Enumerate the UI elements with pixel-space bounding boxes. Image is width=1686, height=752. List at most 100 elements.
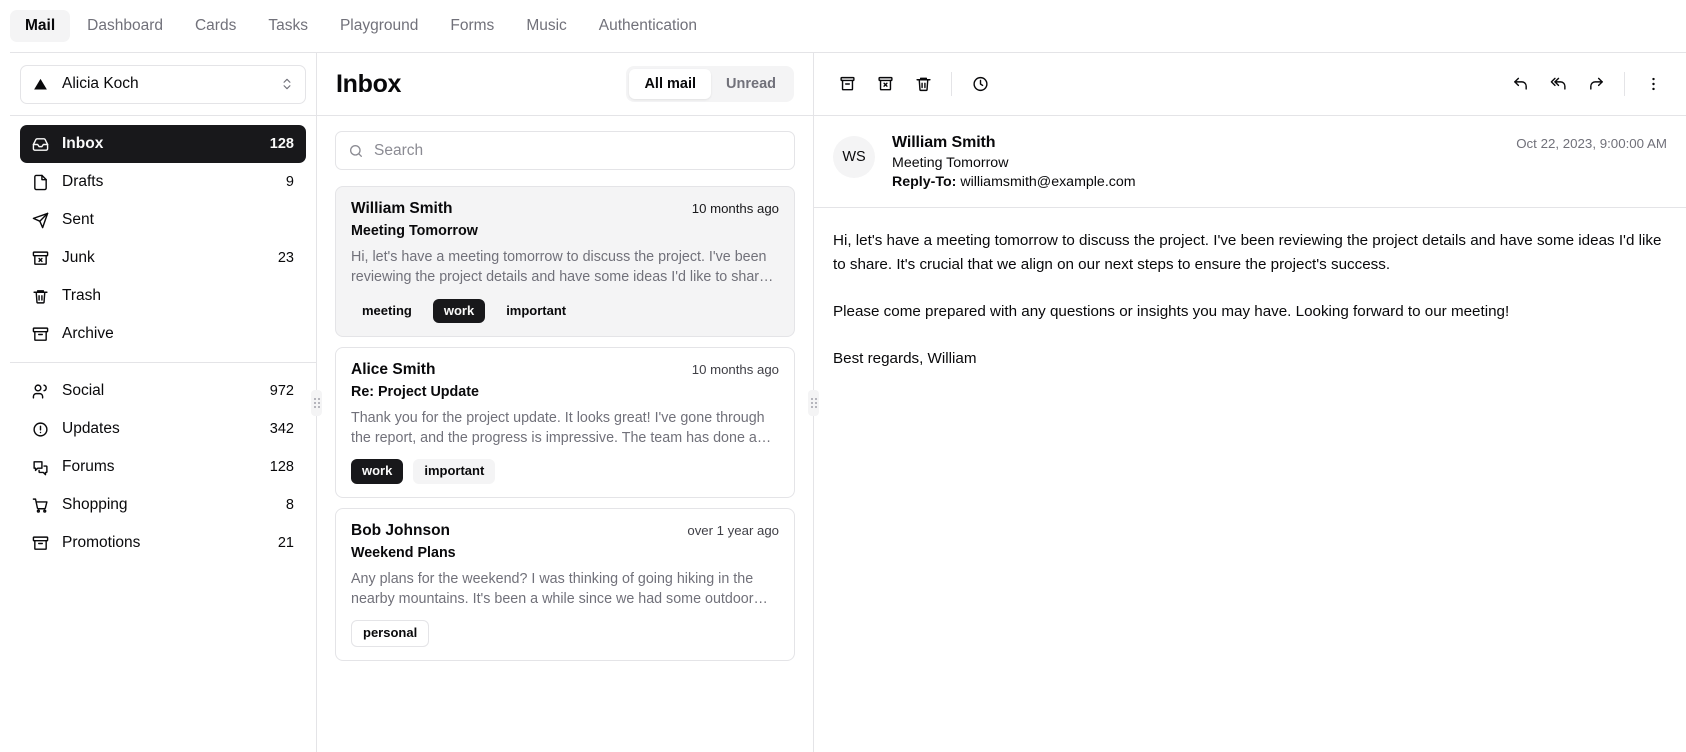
- page-title: Inbox: [336, 69, 402, 98]
- sidebar-item-updates[interactable]: Updates 342: [20, 410, 306, 448]
- mail-tag-important[interactable]: important: [495, 299, 577, 323]
- search-box[interactable]: [335, 131, 795, 170]
- mail-tag-work[interactable]: work: [432, 298, 486, 323]
- mail-list-item[interactable]: Bob Johnson over 1 year ago Weekend Plans A…: [335, 507, 795, 661]
- reader-reply-to: Reply-To: williamsmith@example.com: [892, 174, 1499, 190]
- nav-tab-music[interactable]: Music: [511, 10, 581, 42]
- trash-icon: [32, 288, 49, 305]
- mail-timestamp: over 1 year ago: [687, 522, 779, 538]
- mail-tag-work[interactable]: work: [351, 459, 404, 484]
- mail-tag-important[interactable]: important: [413, 459, 496, 484]
- nav-tab-dashboard[interactable]: Dashboard: [72, 10, 178, 42]
- toolbar-divider-1: [951, 72, 952, 96]
- sidebar-item-count: 342: [269, 421, 294, 437]
- reply-to-label: Reply-To:: [892, 174, 957, 190]
- nav-tab-playground[interactable]: Playground: [325, 10, 433, 42]
- reply-to-email: williamsmith@example.com: [960, 174, 1136, 190]
- nav-tab-mail[interactable]: Mail: [10, 10, 71, 42]
- sidebar-item-count: 128: [269, 136, 294, 152]
- more-options-button[interactable]: [1634, 65, 1672, 103]
- mail-timestamp: 10 months ago: [691, 361, 779, 377]
- sidebar-item-shopping[interactable]: Shopping 8: [20, 486, 306, 524]
- nav-tab-authentication[interactable]: Authentication: [584, 10, 712, 42]
- sidebar-item-label: Forums: [62, 458, 115, 475]
- mail-sender: William Smith: [351, 200, 453, 217]
- delete-button[interactable]: [904, 65, 942, 103]
- toolbar-divider-2: [1624, 72, 1625, 96]
- account-switcher[interactable]: Alicia Koch: [20, 64, 306, 104]
- grip-dots-icon: [810, 397, 817, 408]
- sidebar-item-label: Promotions: [62, 534, 141, 551]
- nav-tab-tasks[interactable]: Tasks: [253, 10, 323, 42]
- reply-button[interactable]: [1501, 65, 1539, 103]
- mail-list-item[interactable]: Alice Smith 10 months ago Re: Project Upda…: [335, 346, 795, 498]
- junk-button[interactable]: [866, 65, 904, 103]
- snooze-button[interactable]: [961, 65, 999, 103]
- sidebar-item-drafts[interactable]: Drafts 9: [20, 163, 306, 201]
- search-input[interactable]: [374, 141, 782, 160]
- reply-all-button[interactable]: [1539, 65, 1577, 103]
- sidebar-item-label: Trash: [62, 287, 102, 304]
- sidebar-item-label: Drafts: [62, 173, 104, 190]
- mail-item-header: Bob Johnson over 1 year ago: [351, 522, 779, 540]
- sidebar-item-label: Inbox: [62, 135, 104, 152]
- sidebar-item-social[interactable]: Social 972: [20, 372, 306, 410]
- resize-handle-left[interactable]: [311, 389, 322, 416]
- reader-meta: William Smith Meeting Tomorrow Reply-To:…: [892, 134, 1499, 190]
- sidebar-group-1: Inbox 128 Drafts 9 Sent Junk 23 Trash Archive: [10, 116, 316, 362]
- main-navigation: Mail Dashboard Cards Tasks Playground Forms Mu…: [0, 0, 1686, 52]
- mail-snippet: Thank you for the project update. It loo…: [351, 409, 772, 447]
- archive-button[interactable]: [828, 65, 866, 103]
- mail-item-header: Alice Smith 10 months ago: [351, 361, 779, 379]
- file-icon: [32, 174, 49, 191]
- mail-tag-meeting[interactable]: meeting: [351, 299, 423, 323]
- account-switcher-row: Alicia Koch: [10, 53, 316, 116]
- mail-subject: Weekend Plans: [351, 544, 456, 561]
- mail-snippet: Hi, let's have a meeting tomorrow to dis…: [351, 249, 774, 286]
- mail-tag-list: meeting work important: [351, 298, 779, 323]
- mail-sender: Bob Johnson: [351, 521, 451, 539]
- archive-icon: [32, 326, 49, 343]
- filter-tab-unread[interactable]: Unread: [711, 69, 791, 100]
- reader-subject: Meeting Tomorrow: [892, 155, 1009, 171]
- reader-body: Hi, let's have a meeting tomorrow to dis…: [833, 232, 1662, 367]
- sidebar-item-label: Archive: [62, 325, 114, 342]
- mail-reader-panel: WS William Smith Meeting Tomorrow Reply-…: [814, 53, 1686, 752]
- mail-tag-personal[interactable]: personal: [351, 620, 430, 647]
- mail-app-shell: Alicia Koch Inbox 128 Drafts 9 Sent Junk 23 Tra…: [10, 52, 1686, 752]
- sidebar-item-sent[interactable]: Sent: [20, 201, 306, 239]
- mail-subject: Re: Project Update: [351, 383, 479, 400]
- nav-tab-cards[interactable]: Cards: [180, 10, 251, 42]
- archive-x-icon: [32, 250, 49, 267]
- mail-timestamp: 10 months ago: [691, 201, 779, 216]
- sidebar-item-label: Shopping: [62, 496, 128, 513]
- triangle-logo-icon: [32, 76, 49, 93]
- sidebar-item-forums[interactable]: Forums 128: [20, 448, 306, 486]
- sidebar-item-promotions[interactable]: Promotions 21: [20, 524, 306, 562]
- send-icon: [32, 212, 49, 229]
- reader-sender-name: William Smith: [892, 134, 996, 151]
- mail-item-list[interactable]: William Smith 10 months ago Meeting Tomorr…: [317, 178, 813, 752]
- sidebar-item-count: 23: [277, 250, 294, 266]
- sidebar: Alicia Koch Inbox 128 Drafts 9 Sent Junk 23 Tra…: [10, 53, 317, 752]
- resize-handle-right[interactable]: [808, 389, 819, 416]
- alert-circle-icon: [32, 421, 49, 438]
- users-icon: [32, 383, 49, 400]
- messages-icon: [32, 459, 49, 476]
- chevron-up-down-icon: [280, 77, 294, 91]
- sidebar-item-count: 8: [285, 497, 294, 513]
- nav-tab-forms[interactable]: Forms: [435, 10, 509, 42]
- account-name: Alicia Koch: [62, 75, 139, 92]
- forward-button[interactable]: [1577, 65, 1615, 103]
- mail-list-item[interactable]: William Smith 10 months ago Meeting Tomorr…: [335, 186, 795, 337]
- sidebar-item-trash[interactable]: Trash: [20, 277, 306, 315]
- inbox-icon: [32, 136, 49, 153]
- mail-tag-list: personal: [351, 620, 779, 647]
- sidebar-item-label: Updates: [62, 420, 120, 437]
- sidebar-item-inbox[interactable]: Inbox 128: [20, 125, 306, 163]
- sidebar-item-archive[interactable]: Archive: [20, 315, 306, 353]
- archive-icon: [32, 535, 49, 552]
- sidebar-item-junk[interactable]: Junk 23: [20, 239, 306, 277]
- reader-header: WS William Smith Meeting Tomorrow Reply-…: [814, 116, 1686, 208]
- filter-tab-all-mail[interactable]: All mail: [629, 68, 712, 100]
